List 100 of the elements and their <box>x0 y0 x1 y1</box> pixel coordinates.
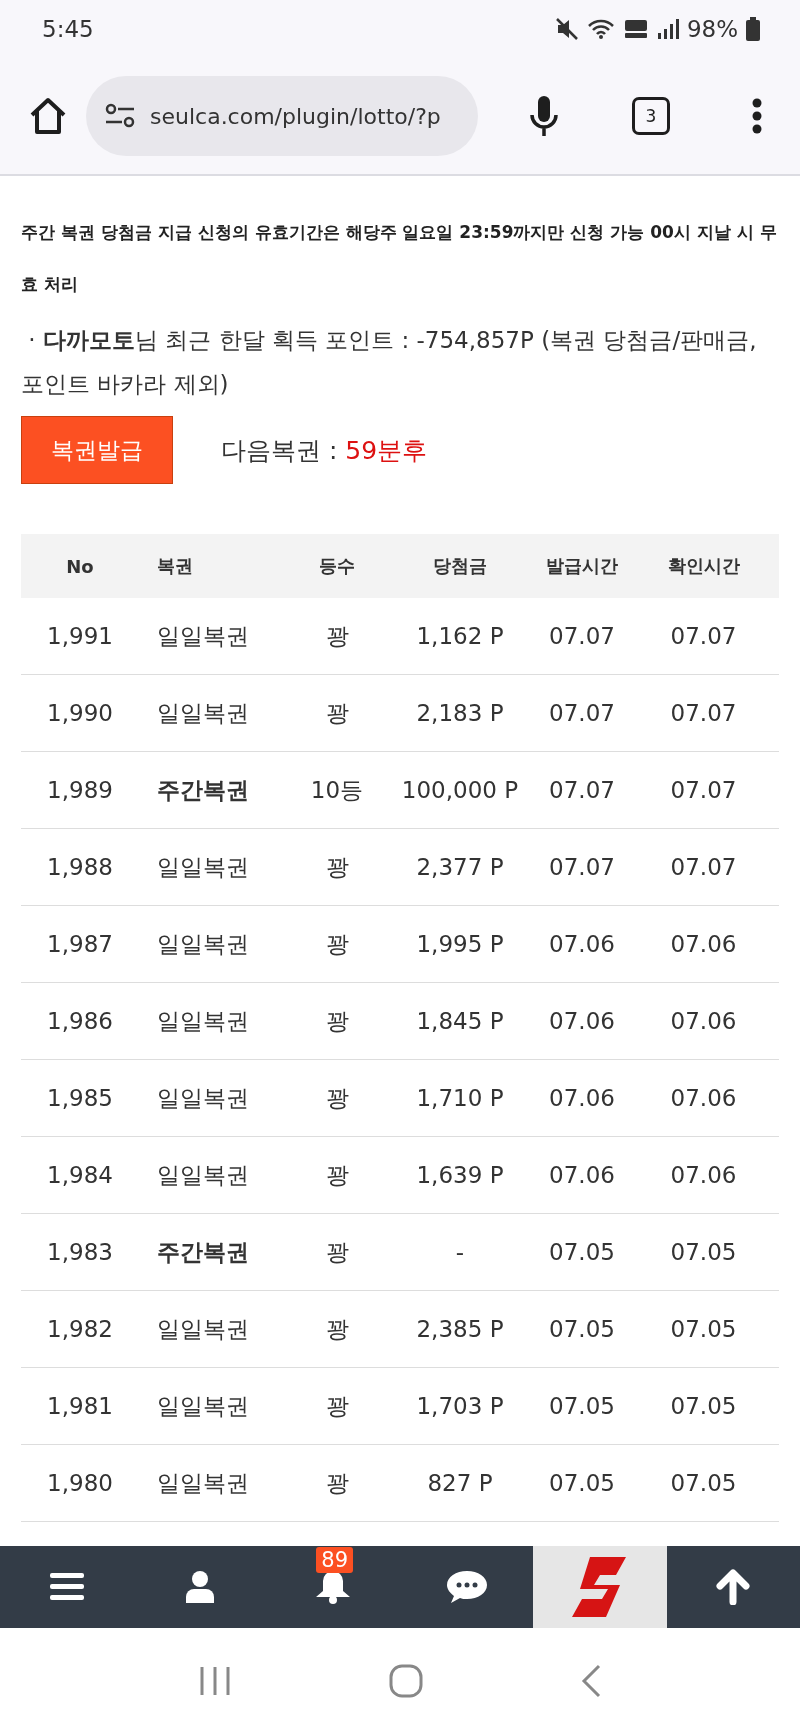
table-cell-text: 1,984 <box>46 1162 114 1188</box>
battery-icon <box>746 17 760 41</box>
table-cell-text: 1,990 <box>46 700 114 726</box>
column-header: 당첨금 <box>432 554 488 578</box>
table-cell-text: 1,986 <box>46 1008 114 1034</box>
table-cell-text: 일일복권 <box>156 1160 250 1190</box>
table-cell-text: 꽝 <box>324 1391 350 1421</box>
signal-icon <box>656 18 679 40</box>
table-cell-text: 07.05 <box>669 1239 738 1265</box>
table-cell-text: 1,983 <box>46 1239 114 1265</box>
table-cell-text: 1,162 P <box>415 623 505 649</box>
more-menu-icon[interactable] <box>752 98 762 134</box>
notice-text: 주간 복권 당첨금 지급 신청의 유효기간은 해당주 일요일 23:59까지만 신청 가능 00시 지날 시 무효 처리 <box>21 221 778 296</box>
table-cell-text: 07.06 <box>548 1162 616 1188</box>
table-cell-text: 100,000 P <box>400 777 520 803</box>
table-cell-text: 1,995 P <box>415 931 505 957</box>
table-cell-text: 1,703 P <box>415 1393 505 1419</box>
table-cell-text: 07.06 <box>669 1008 738 1034</box>
table-cell-text: 07.05 <box>669 1470 738 1496</box>
table-cell-text: 1,985 <box>46 1085 114 1111</box>
table-cell-text: 07.07 <box>669 623 738 649</box>
address-bar[interactable]: seulca.com/plugin/lotto/?p <box>86 76 478 156</box>
user-icon[interactable] <box>185 1571 215 1603</box>
table-cell-text: 1,988 <box>46 854 114 880</box>
home-button-icon[interactable] <box>389 1664 423 1698</box>
table-cell-text: 07.07 <box>669 854 738 880</box>
site-settings-icon[interactable] <box>104 103 136 129</box>
table-cell-text: 07.07 <box>548 623 616 649</box>
table-cell-text: 1,980 <box>46 1470 114 1496</box>
table-cell-text: 1,982 <box>46 1316 114 1342</box>
table-cell-text: 07.07 <box>548 854 616 880</box>
status-time: 5:45 <box>42 16 94 42</box>
table-cell-text: 07.07 <box>548 777 616 803</box>
arrow-up-icon[interactable] <box>716 1569 751 1605</box>
table-cell-text: 2,385 P <box>415 1316 505 1342</box>
table-cell-text: 2,183 P <box>415 700 505 726</box>
table-cell-text: 07.07 <box>548 700 616 726</box>
table-cell-text: 1,991 <box>46 623 114 649</box>
table-cell-text: 일일복권 <box>156 1006 250 1036</box>
next-ticket-text: 다음복권 : 59분후 <box>221 434 428 467</box>
table-cell-text: 주간복권 <box>156 1237 250 1267</box>
url-text: seulca.com/plugin/lotto/?p <box>150 103 441 129</box>
table-cell-text: 07.06 <box>669 1085 738 1111</box>
table-cell-text: 07.06 <box>548 931 616 957</box>
home-icon[interactable] <box>28 97 68 135</box>
battery-percent: 98% <box>686 16 738 42</box>
table-cell-text: 꽝 <box>324 929 350 959</box>
microphone-icon[interactable] <box>530 95 558 137</box>
table-cell-text: 1,710 P <box>415 1085 505 1111</box>
table-cell-text: 07.06 <box>669 1162 738 1188</box>
table-cell-text: 일일복권 <box>156 852 250 882</box>
table-cell-text: 07.05 <box>548 1470 616 1496</box>
table-cell-text: 10등 <box>309 775 365 805</box>
table-cell-text: 07.05 <box>548 1393 616 1419</box>
mute-icon <box>554 18 579 40</box>
table-cell-text: 1,987 <box>46 931 114 957</box>
table-cell-text: 꽝 <box>324 1237 350 1267</box>
table-cell-text: 꽝 <box>324 1314 350 1344</box>
chat-bubble-icon[interactable] <box>445 1569 488 1605</box>
table-cell-text: 07.06 <box>548 1008 616 1034</box>
column-header: 확인시간 <box>666 554 741 578</box>
table-cell-text: 일일복권 <box>156 698 250 728</box>
table-cell-text: 07.06 <box>669 931 738 957</box>
recent-apps-icon[interactable] <box>199 1665 231 1697</box>
table-cell-text: 꽝 <box>324 1468 350 1498</box>
wifi-icon <box>586 18 615 40</box>
table-cell-text: 07.05 <box>548 1239 616 1265</box>
table-cell-text: 꽝 <box>324 1006 350 1036</box>
column-header: 등수 <box>318 554 356 578</box>
table-cell-text: 일일복권 <box>156 929 250 959</box>
table-cell-text: 꽝 <box>324 852 350 882</box>
menu-icon[interactable] <box>49 1573 84 1601</box>
notification-badge: 89 <box>316 1547 354 1573</box>
table-cell-text: 07.05 <box>548 1316 616 1342</box>
table-cell-text: 1,639 P <box>415 1162 505 1188</box>
table-cell-text: 꽝 <box>324 1083 350 1113</box>
tab-count-button[interactable]: 3 <box>632 97 670 135</box>
table-cell-text: 일일복권 <box>156 1314 250 1344</box>
table-cell-text: 1,989 <box>46 777 114 803</box>
table-cell-text: 07.06 <box>548 1085 616 1111</box>
table-cell-text: 07.07 <box>669 700 738 726</box>
table-cell-text: 꽝 <box>324 621 350 651</box>
column-header: 복권 <box>156 554 194 578</box>
points-text: · 다까모토님 최근 한달 획득 포인트 : -754,857P (복권 당첨금/판매금, 포인트 바카라 제외) <box>21 326 758 399</box>
table-cell-text: 827 P <box>426 1470 494 1496</box>
table-cell-text: 일일복권 <box>156 1083 250 1113</box>
table-cell-text: 1,845 P <box>415 1008 505 1034</box>
table-cell-text: 주간복권 <box>156 775 250 805</box>
table-cell-text: 2,377 P <box>415 854 505 880</box>
table-cell-text: 일일복권 <box>156 1391 250 1421</box>
table-cell-text: 07.05 <box>669 1393 738 1419</box>
table-cell-text: 1,981 <box>46 1393 114 1419</box>
table-cell-text: 일일복권 <box>156 1468 250 1498</box>
table-cell-text: 꽝 <box>324 1160 350 1190</box>
table-cell-text: 일일복권 <box>156 621 250 651</box>
table-cell-text: 07.05 <box>669 1316 738 1342</box>
back-icon[interactable] <box>581 1664 601 1698</box>
column-header: No <box>65 555 95 577</box>
table-cell-text: - <box>454 1239 466 1265</box>
table-cell-text: 꽝 <box>324 698 350 728</box>
